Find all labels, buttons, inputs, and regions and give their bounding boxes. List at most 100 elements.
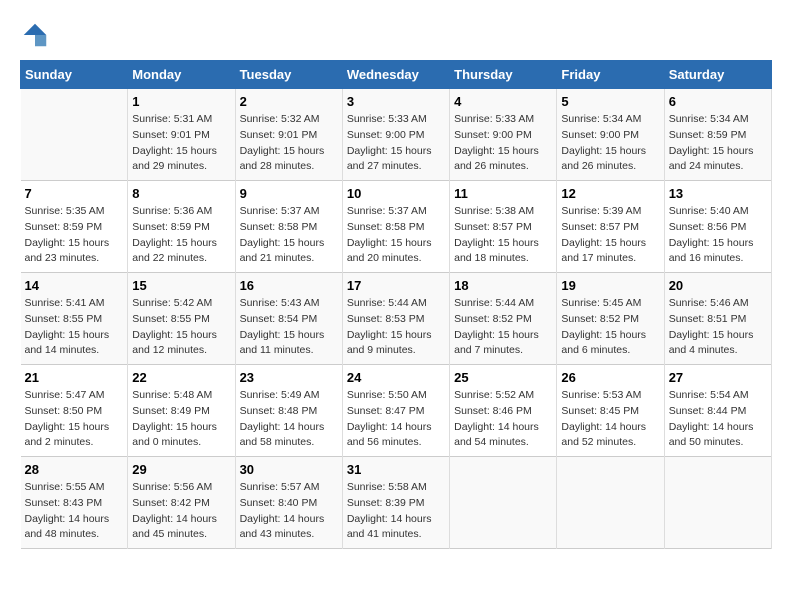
- calendar-cell: 27 Sunrise: 5:54 AMSunset: 8:44 PMDayligh…: [664, 365, 771, 457]
- week-row-5: 28 Sunrise: 5:55 AMSunset: 8:43 PMDayligh…: [21, 457, 772, 549]
- calendar-cell: 4Sunrise: 5:33 AMSunset: 9:00 PMDaylight…: [450, 89, 557, 181]
- day-info: Sunrise: 5:33 AMSunset: 9:00 PMDaylight:…: [347, 112, 445, 175]
- day-info: Sunrise: 5:40 AMSunset: 8:56 PMDaylight:…: [669, 204, 767, 267]
- day-info: Sunrise: 5:35 AMSunset: 8:59 PMDaylight:…: [25, 204, 124, 267]
- day-number: 26: [561, 370, 659, 385]
- week-row-4: 21 Sunrise: 5:47 AMSunset: 8:50 PMDayligh…: [21, 365, 772, 457]
- column-header-sunday: Sunday: [21, 61, 128, 89]
- calendar-cell: [450, 457, 557, 549]
- calendar-cell: 30Sunrise: 5:57 AMSunset: 8:40 PMDayligh…: [235, 457, 342, 549]
- day-info: Sunrise: 5:38 AMSunset: 8:57 PMDaylight:…: [454, 204, 552, 267]
- day-info: Sunrise: 5:44 AMSunset: 8:53 PMDaylight:…: [347, 296, 445, 359]
- day-number: 6: [669, 94, 767, 109]
- day-info: Sunrise: 5:50 AMSunset: 8:47 PMDaylight:…: [347, 388, 445, 451]
- calendar-cell: 31Sunrise: 5:58 AMSunset: 8:39 PMDayligh…: [342, 457, 449, 549]
- day-info: Sunrise: 5:55 AMSunset: 8:43 PMDaylight:…: [25, 480, 124, 543]
- calendar-cell: 3 Sunrise: 5:33 AMSunset: 9:00 PMDaylight…: [342, 89, 449, 181]
- column-header-friday: Friday: [557, 61, 664, 89]
- day-info: Sunrise: 5:48 AMSunset: 8:49 PMDaylight:…: [132, 388, 230, 451]
- day-number: 11: [454, 186, 552, 201]
- calendar-cell: 28 Sunrise: 5:55 AMSunset: 8:43 PMDayligh…: [21, 457, 128, 549]
- day-number: 18: [454, 278, 552, 293]
- day-number: 8: [132, 186, 230, 201]
- calendar-cell: 12 Sunrise: 5:39 AMSunset: 8:57 PMDayligh…: [557, 181, 664, 273]
- day-info: Sunrise: 5:34 AMSunset: 9:00 PMDaylight:…: [561, 112, 659, 175]
- day-info: Sunrise: 5:37 AMSunset: 8:58 PMDaylight:…: [240, 204, 338, 267]
- day-info: Sunrise: 5:56 AMSunset: 8:42 PMDaylight:…: [132, 480, 230, 543]
- day-info: Sunrise: 5:39 AMSunset: 8:57 PMDaylight:…: [561, 204, 659, 267]
- day-number: 24: [347, 370, 445, 385]
- day-number: 27: [669, 370, 767, 385]
- calendar-cell: 6 Sunrise: 5:34 AMSunset: 8:59 PMDaylight…: [664, 89, 771, 181]
- day-info: Sunrise: 5:49 AMSunset: 8:48 PMDaylight:…: [240, 388, 338, 451]
- day-info: Sunrise: 5:54 AMSunset: 8:44 PMDaylight:…: [669, 388, 767, 451]
- day-info: Sunrise: 5:52 AMSunset: 8:46 PMDaylight:…: [454, 388, 552, 451]
- day-number: 28: [25, 462, 124, 477]
- calendar-cell: 1 Sunrise: 5:31 AMSunset: 9:01 PMDaylight…: [128, 89, 235, 181]
- day-info: Sunrise: 5:43 AMSunset: 8:54 PMDaylight:…: [240, 296, 338, 359]
- day-number: 2: [240, 94, 338, 109]
- calendar-cell: 2 Sunrise: 5:32 AMSunset: 9:01 PMDaylight…: [235, 89, 342, 181]
- day-number: 31: [347, 462, 445, 477]
- calendar-cell: 22Sunrise: 5:48 AMSunset: 8:49 PMDayligh…: [128, 365, 235, 457]
- day-number: 29: [132, 462, 230, 477]
- calendar-cell: 5Sunrise: 5:34 AMSunset: 9:00 PMDaylight…: [557, 89, 664, 181]
- day-number: 1: [132, 94, 230, 109]
- column-header-tuesday: Tuesday: [235, 61, 342, 89]
- day-number: 7: [25, 186, 124, 201]
- calendar-cell: 24 Sunrise: 5:50 AMSunset: 8:47 PMDayligh…: [342, 365, 449, 457]
- column-header-saturday: Saturday: [664, 61, 771, 89]
- day-number: 25: [454, 370, 552, 385]
- calendar-cell: 25 Sunrise: 5:52 AMSunset: 8:46 PMDayligh…: [450, 365, 557, 457]
- calendar-cell: 16 Sunrise: 5:43 AMSunset: 8:54 PMDayligh…: [235, 273, 342, 365]
- day-number: 3: [347, 94, 445, 109]
- day-number: 9: [240, 186, 338, 201]
- calendar-table: SundayMondayTuesdayWednesdayThursdayFrid…: [20, 60, 772, 549]
- calendar-cell: 21 Sunrise: 5:47 AMSunset: 8:50 PMDayligh…: [21, 365, 128, 457]
- day-info: Sunrise: 5:45 AMSunset: 8:52 PMDaylight:…: [561, 296, 659, 359]
- day-info: Sunrise: 5:37 AMSunset: 8:58 PMDaylight:…: [347, 204, 445, 267]
- calendar-cell: 14 Sunrise: 5:41 AMSunset: 8:55 PMDayligh…: [21, 273, 128, 365]
- column-header-thursday: Thursday: [450, 61, 557, 89]
- day-info: Sunrise: 5:32 AMSunset: 9:01 PMDaylight:…: [240, 112, 338, 175]
- day-number: 17: [347, 278, 445, 293]
- calendar-cell: 20 Sunrise: 5:46 AMSunset: 8:51 PMDayligh…: [664, 273, 771, 365]
- week-row-2: 7 Sunrise: 5:35 AMSunset: 8:59 PMDaylight…: [21, 181, 772, 273]
- calendar-cell: 8Sunrise: 5:36 AMSunset: 8:59 PMDaylight…: [128, 181, 235, 273]
- header-row: SundayMondayTuesdayWednesdayThursdayFrid…: [21, 61, 772, 89]
- calendar-cell: 19 Sunrise: 5:45 AMSunset: 8:52 PMDayligh…: [557, 273, 664, 365]
- calendar-cell: 17 Sunrise: 5:44 AMSunset: 8:53 PMDayligh…: [342, 273, 449, 365]
- day-info: Sunrise: 5:46 AMSunset: 8:51 PMDaylight:…: [669, 296, 767, 359]
- day-number: 16: [240, 278, 338, 293]
- week-row-1: 1 Sunrise: 5:31 AMSunset: 9:01 PMDaylight…: [21, 89, 772, 181]
- logo: [20, 20, 54, 50]
- day-number: 23: [240, 370, 338, 385]
- calendar-cell: 13 Sunrise: 5:40 AMSunset: 8:56 PMDayligh…: [664, 181, 771, 273]
- logo-icon: [20, 20, 50, 50]
- day-number: 12: [561, 186, 659, 201]
- day-number: 30: [240, 462, 338, 477]
- day-number: 14: [25, 278, 124, 293]
- day-info: Sunrise: 5:44 AMSunset: 8:52 PMDaylight:…: [454, 296, 552, 359]
- calendar-cell: 10 Sunrise: 5:37 AMSunset: 8:58 PMDayligh…: [342, 181, 449, 273]
- calendar-cell: [557, 457, 664, 549]
- day-number: 20: [669, 278, 767, 293]
- day-number: 15: [132, 278, 230, 293]
- day-info: Sunrise: 5:47 AMSunset: 8:50 PMDaylight:…: [25, 388, 124, 451]
- calendar-cell: 15 Sunrise: 5:42 AMSunset: 8:55 PMDayligh…: [128, 273, 235, 365]
- header: [20, 20, 772, 50]
- day-number: 13: [669, 186, 767, 201]
- day-number: 21: [25, 370, 124, 385]
- day-info: Sunrise: 5:41 AMSunset: 8:55 PMDaylight:…: [25, 296, 124, 359]
- calendar-cell: 18 Sunrise: 5:44 AMSunset: 8:52 PMDayligh…: [450, 273, 557, 365]
- day-info: Sunrise: 5:34 AMSunset: 8:59 PMDaylight:…: [669, 112, 767, 175]
- calendar-cell: 9 Sunrise: 5:37 AMSunset: 8:58 PMDaylight…: [235, 181, 342, 273]
- day-number: 19: [561, 278, 659, 293]
- day-info: Sunrise: 5:31 AMSunset: 9:01 PMDaylight:…: [132, 112, 230, 175]
- calendar-cell: 23 Sunrise: 5:49 AMSunset: 8:48 PMDayligh…: [235, 365, 342, 457]
- column-header-monday: Monday: [128, 61, 235, 89]
- day-info: Sunrise: 5:53 AMSunset: 8:45 PMDaylight:…: [561, 388, 659, 451]
- calendar-cell: 26 Sunrise: 5:53 AMSunset: 8:45 PMDayligh…: [557, 365, 664, 457]
- day-number: 10: [347, 186, 445, 201]
- day-info: Sunrise: 5:42 AMSunset: 8:55 PMDaylight:…: [132, 296, 230, 359]
